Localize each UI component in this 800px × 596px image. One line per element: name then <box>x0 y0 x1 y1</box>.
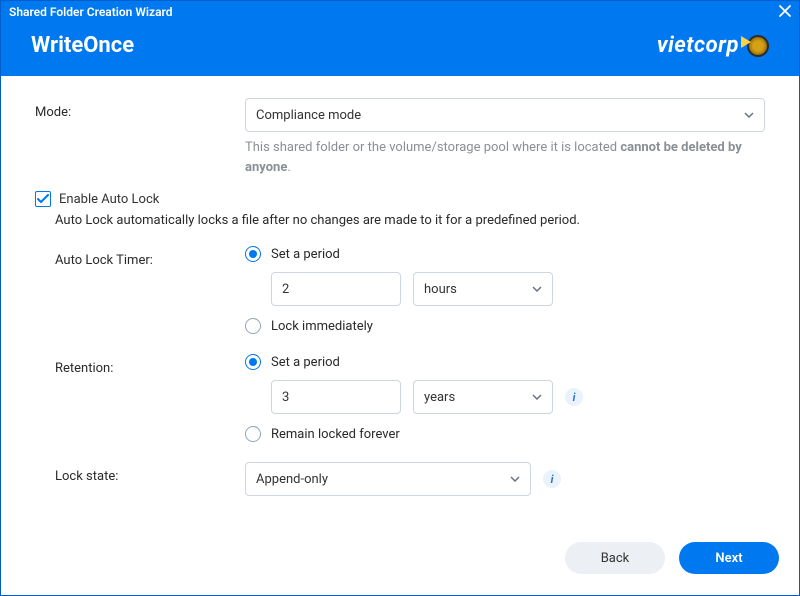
chevron-down-icon <box>510 476 520 482</box>
mode-hint-prefix: This shared folder or the volume/storage… <box>245 140 620 155</box>
lockstate-label: Lock state: <box>55 462 245 484</box>
next-button[interactable]: Next <box>679 542 779 574</box>
chevron-down-icon <box>744 112 754 118</box>
titlebar: Shared Folder Creation Wizard <box>1 1 799 23</box>
close-icon[interactable] <box>779 4 791 20</box>
brand-area: vietcorp <box>657 33 769 58</box>
lockstate-value: Append-only <box>256 472 510 487</box>
retention-section: Retention: Set a period years i <box>55 354 765 452</box>
brand-logo: vietcorp <box>657 33 739 58</box>
info-icon[interactable]: i <box>565 388 583 406</box>
autolock-label: Enable Auto Lock <box>59 192 159 207</box>
timer-option-period[interactable]: Set a period <box>245 246 765 262</box>
radio-icon <box>245 426 261 442</box>
mode-hint-suffix: . <box>287 160 290 175</box>
wizard-window: Shared Folder Creation Wizard WriteOnce … <box>0 0 800 596</box>
info-icon[interactable]: i <box>543 470 561 488</box>
mode-select-value: Compliance mode <box>256 108 744 123</box>
page-title: WriteOnce <box>31 33 134 58</box>
autolock-checkbox-row: Enable Auto Lock <box>35 191 765 207</box>
timer-opt-period-label: Set a period <box>271 247 340 262</box>
mode-row: Mode: Compliance mode This shared folder… <box>35 98 765 177</box>
retention-value-input[interactable] <box>271 380 401 414</box>
retention-option-period[interactable]: Set a period <box>245 354 765 370</box>
retention-unit-value: years <box>424 390 532 405</box>
retention-option-forever[interactable]: Remain locked forever <box>245 426 765 442</box>
mode-label: Mode: <box>35 98 245 120</box>
lockstate-section: Lock state: Append-only i <box>55 462 765 496</box>
timer-value-input[interactable] <box>271 272 401 306</box>
chevron-down-icon <box>532 394 542 400</box>
radio-icon <box>245 318 261 334</box>
timer-section: Auto Lock Timer: Set a period hours <box>55 246 765 344</box>
lockstate-select[interactable]: Append-only <box>245 462 531 496</box>
retention-unit-select[interactable]: years <box>413 380 553 414</box>
autolock-checkbox[interactable] <box>35 191 51 207</box>
radio-icon <box>245 354 261 370</box>
chevron-down-icon <box>532 286 542 292</box>
timer-label: Auto Lock Timer: <box>55 246 245 268</box>
window-title: Shared Folder Creation Wizard <box>9 5 172 19</box>
timer-option-immediate[interactable]: Lock immediately <box>245 318 765 334</box>
mode-hint: This shared folder or the volume/storage… <box>245 138 765 177</box>
back-button[interactable]: Back <box>565 542 665 574</box>
timer-unit-select[interactable]: hours <box>413 272 553 306</box>
retention-label: Retention: <box>55 354 245 376</box>
mode-select[interactable]: Compliance mode <box>245 98 765 132</box>
autolock-description: Auto Lock automatically locks a file aft… <box>55 213 765 228</box>
retention-opt-forever-label: Remain locked forever <box>271 427 400 442</box>
footer: Back Next <box>1 535 799 595</box>
content: Mode: Compliance mode This shared folder… <box>1 76 799 535</box>
header: WriteOnce vietcorp <box>1 23 799 76</box>
timer-unit-value: hours <box>424 282 532 297</box>
retention-opt-period-label: Set a period <box>271 355 340 370</box>
radio-icon <box>245 246 261 262</box>
timer-opt-immediate-label: Lock immediately <box>271 319 373 334</box>
